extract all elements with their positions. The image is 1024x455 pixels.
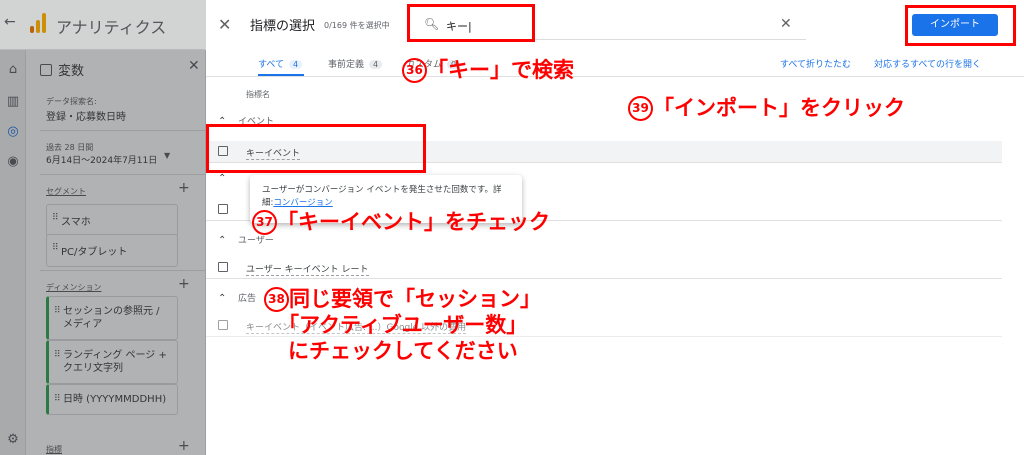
tab-all[interactable]: すべて 4	[258, 57, 303, 70]
annotation-39: 39 「インポート」をクリック	[628, 92, 905, 122]
annotation-36: 36 「キー」で検索	[402, 54, 574, 84]
chevron-up-icon[interactable]: ⌃	[218, 235, 238, 246]
selected-count: 0/169 件を選択中	[324, 21, 390, 30]
close-icon[interactable]: ✕	[218, 15, 231, 34]
checkbox[interactable]	[218, 262, 228, 272]
step-number: 36	[402, 58, 427, 83]
collapse-all-link[interactable]: すべて折りたたむ	[780, 57, 851, 70]
checkbox[interactable]	[218, 204, 228, 214]
step-number: 38	[264, 287, 289, 312]
highlight-box-key-event	[206, 124, 426, 173]
step-number: 39	[628, 96, 653, 121]
clear-icon[interactable]: ✕	[780, 16, 792, 32]
chevron-up-icon[interactable]: ⌃	[218, 293, 238, 304]
table-row[interactable]: ユーザー キーイベント レート	[206, 257, 1002, 279]
group-header-ads[interactable]: ⌃ 広告	[218, 291, 256, 304]
highlight-box-import	[905, 5, 1016, 46]
metric-label: ユーザー キーイベント レート	[246, 262, 369, 276]
overlay-scrim[interactable]	[0, 0, 206, 50]
dialog-title: 指標の選択	[250, 19, 316, 34]
overlay-scrim[interactable]	[0, 50, 206, 455]
checkbox[interactable]	[218, 320, 228, 330]
divider	[206, 76, 1024, 77]
step-number: 37	[252, 210, 277, 235]
column-header: 指標名	[246, 90, 270, 99]
group-header[interactable]: ⌃	[218, 173, 238, 184]
annotation-37: 37 「キーイベント」をチェック	[252, 206, 550, 236]
annotation-38: 38 同じ要領で「セッション」 「アクティブユーザー数」 にチェックしてください	[264, 286, 541, 364]
highlight-box-search	[407, 4, 535, 42]
expand-all-link[interactable]: 対応するすべての行を開く	[874, 57, 981, 70]
tab-predefined[interactable]: 事前定義 4	[328, 57, 383, 70]
chevron-up-icon[interactable]: ⌃	[218, 173, 238, 184]
